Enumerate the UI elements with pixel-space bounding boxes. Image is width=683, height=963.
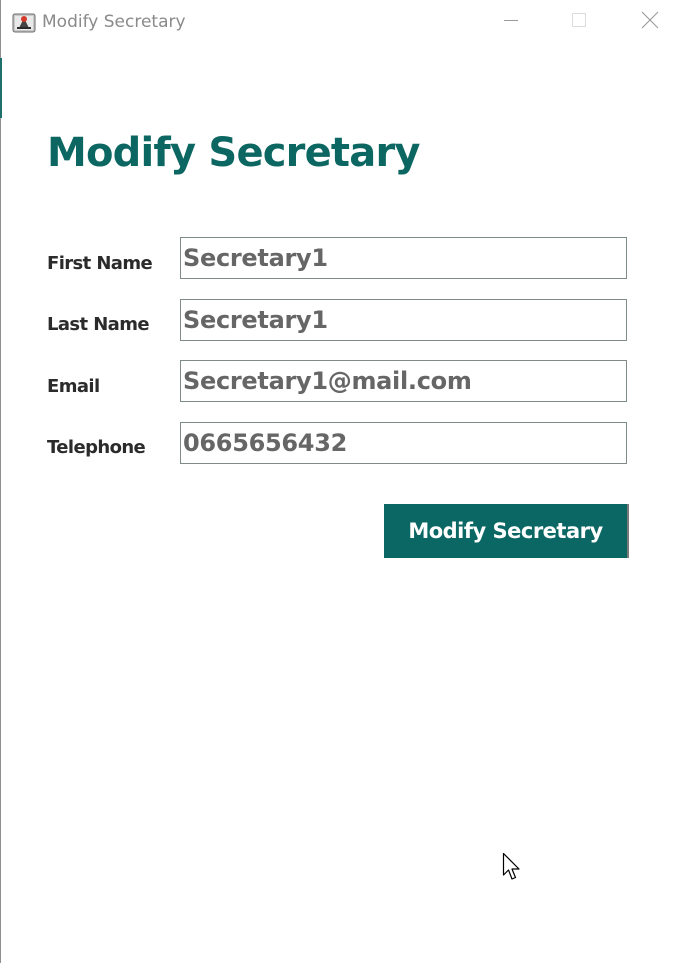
minimize-button[interactable] <box>488 0 534 44</box>
minimize-icon <box>503 12 519 32</box>
maximize-icon <box>571 12 587 32</box>
first-name-label: First Name <box>47 253 153 274</box>
last-name-label: Last Name <box>47 314 150 335</box>
window-title: Modify Secretary <box>42 12 186 32</box>
close-button[interactable] <box>627 0 673 44</box>
java-app-icon <box>12 11 36 33</box>
email-label: Email <box>47 376 100 397</box>
telephone-field[interactable] <box>180 422 627 464</box>
first-name-field[interactable] <box>180 237 627 279</box>
mouse-pointer-icon <box>502 852 522 882</box>
telephone-label: Telephone <box>47 437 146 458</box>
page-title: Modify Secretary <box>47 130 420 176</box>
close-icon <box>641 11 659 33</box>
modify-secretary-window: Modify Secretary Modify Secretary First … <box>0 0 683 963</box>
email-field[interactable] <box>180 360 627 402</box>
title-bar[interactable]: Modify Secretary <box>1 0 683 44</box>
maximize-button[interactable] <box>556 0 602 44</box>
modify-secretary-button[interactable]: Modify Secretary <box>384 504 629 558</box>
window-edge-accent <box>0 58 2 118</box>
last-name-field[interactable] <box>180 299 627 341</box>
